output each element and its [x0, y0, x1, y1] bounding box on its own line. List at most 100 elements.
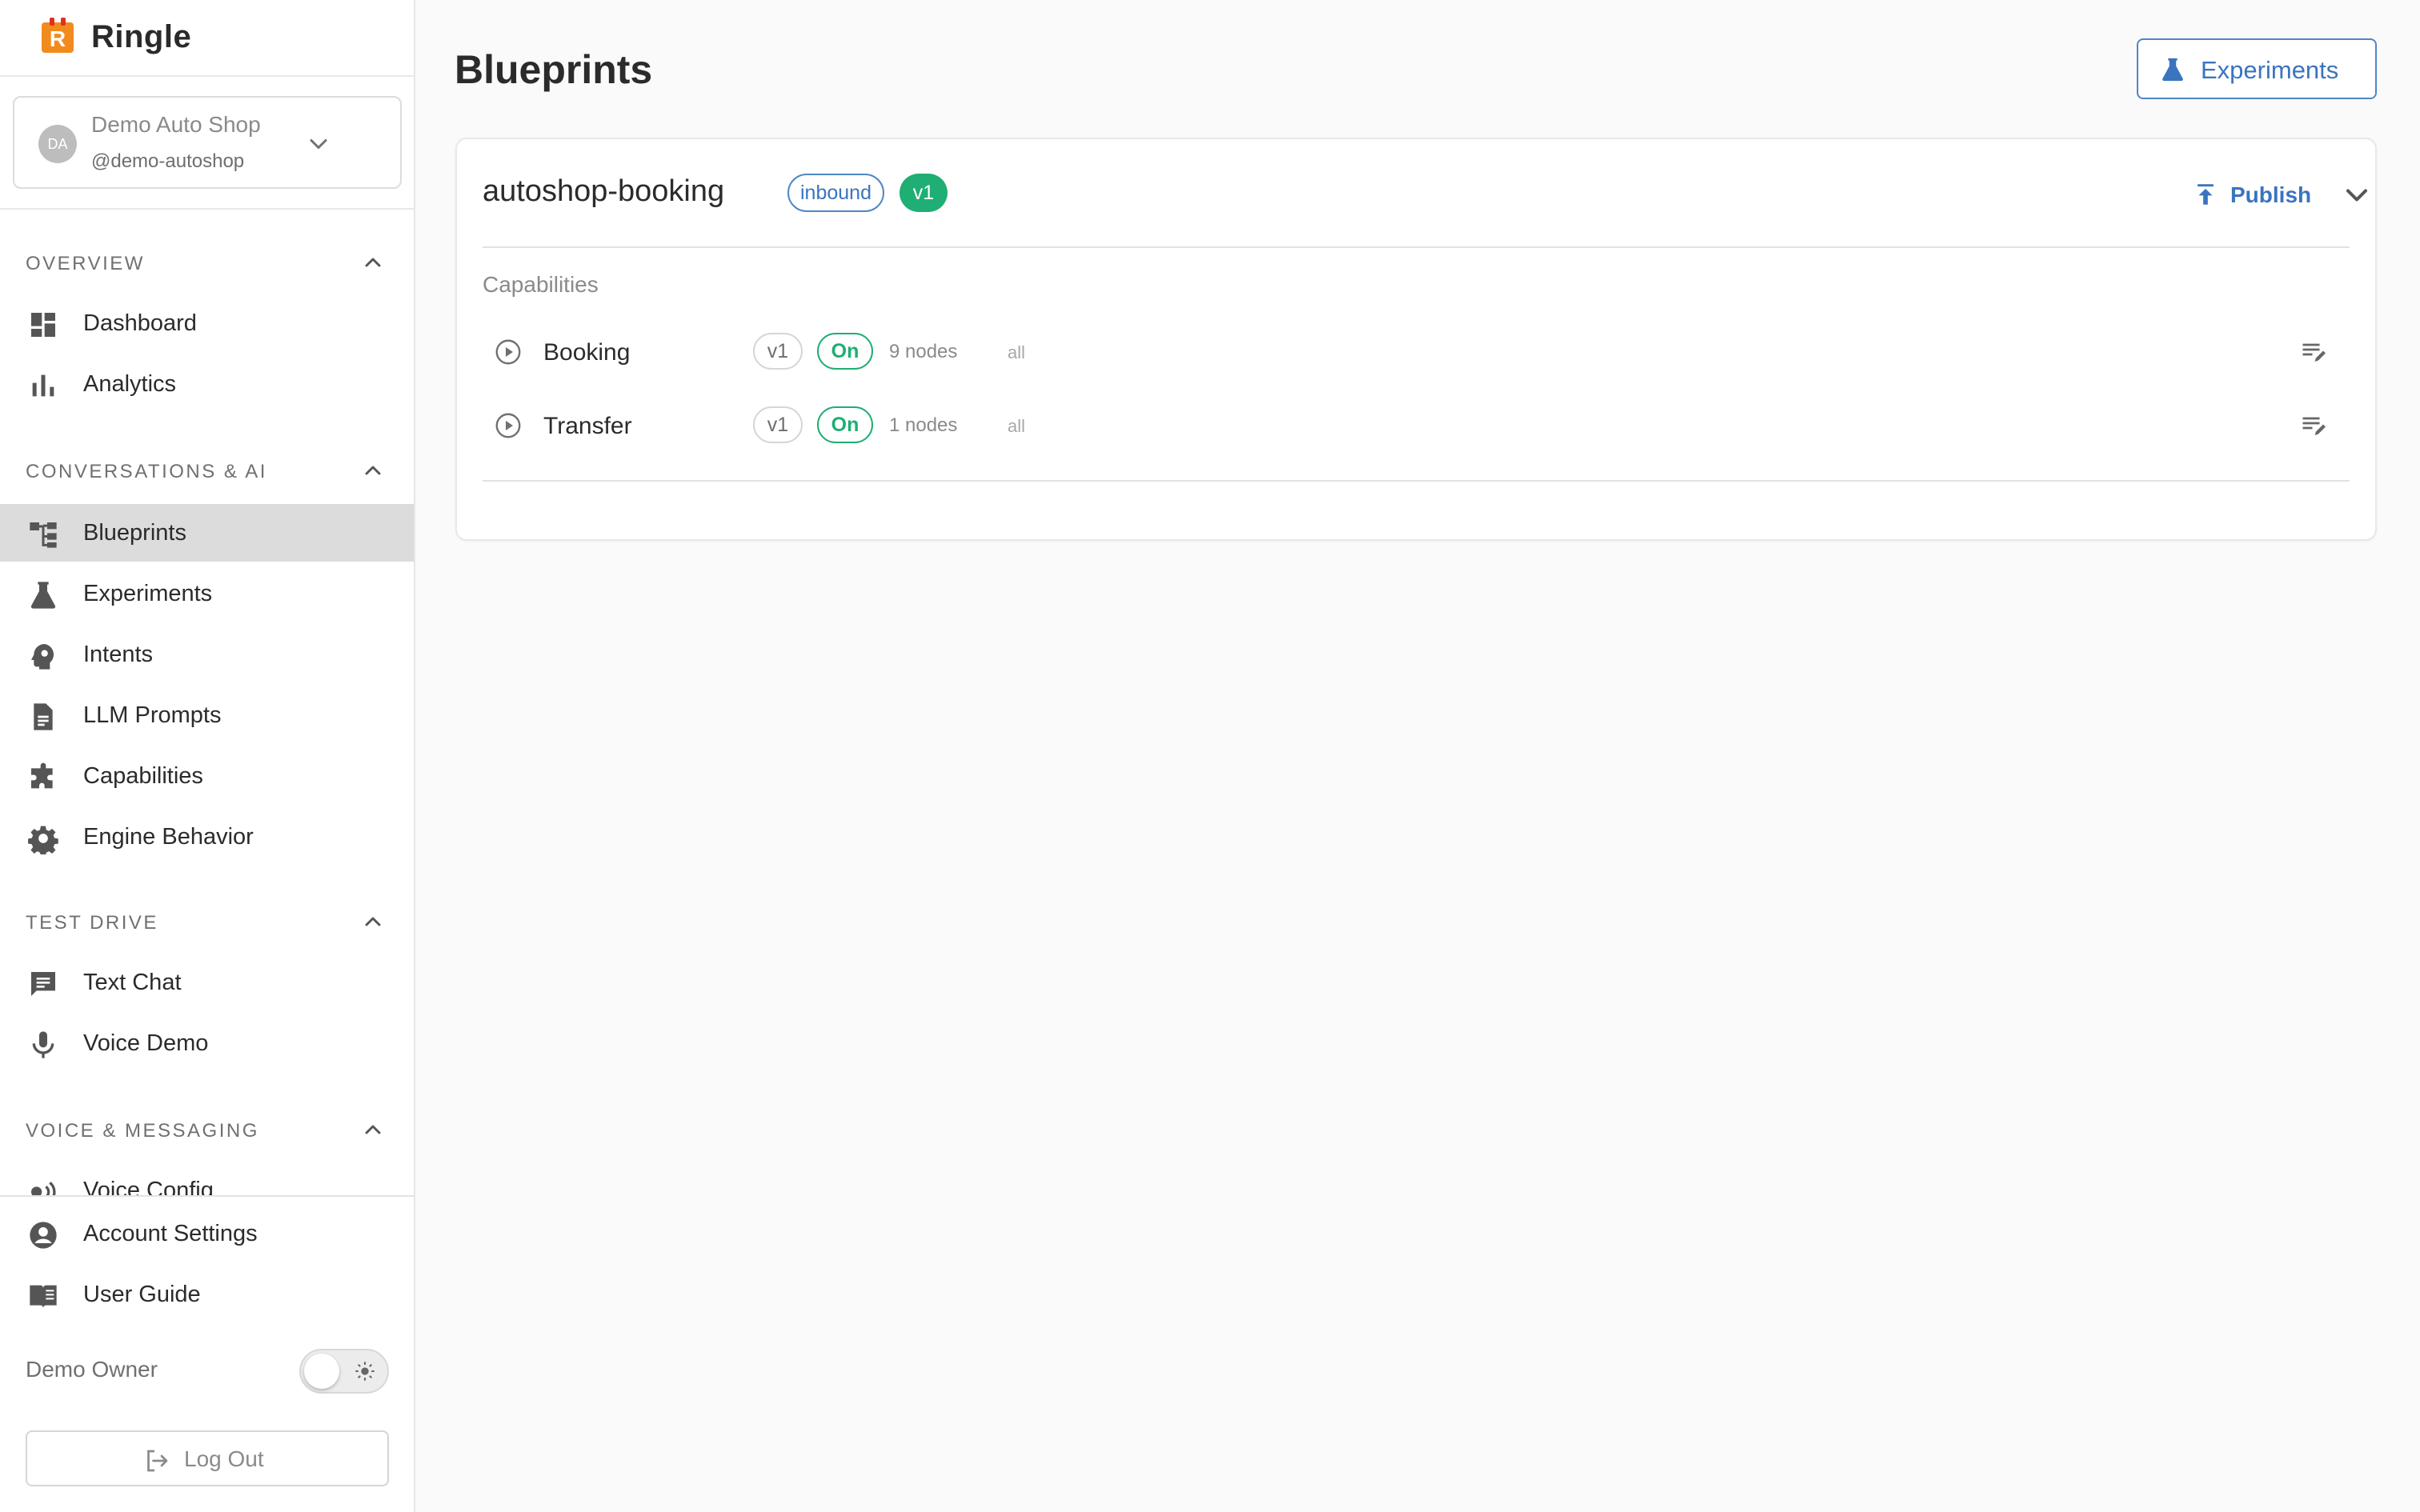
sidebar-item-label: Capabilities	[83, 763, 203, 789]
sidebar-item-label: User Guide	[83, 1282, 201, 1307]
account-circle-icon	[30, 1222, 57, 1249]
toggle-knob	[304, 1354, 339, 1389]
capability-node-count: 1 nodes	[889, 414, 958, 436]
theme-toggle[interactable]	[299, 1349, 389, 1394]
edit-notes-icon[interactable]	[2299, 411, 2328, 440]
sidebar-item-label: Intents	[83, 642, 154, 667]
capability-name: Booking	[543, 339, 631, 366]
sidebar-nav[interactable]: OVERVIEW Dashboard Analytics CONVERSATIO…	[0, 210, 414, 1195]
sidebar-item-experiments[interactable]: Experiments	[0, 565, 414, 622]
edit-notes-icon[interactable]	[2299, 338, 2328, 366]
play-circle-icon[interactable]	[494, 338, 523, 366]
capability-scope: all	[1008, 342, 1026, 362]
capability-row: Booking v1 On 9 nodes all	[483, 328, 2350, 376]
blueprint-tree-icon	[30, 522, 57, 548]
section-title: VOICE & MESSAGING	[26, 1120, 259, 1142]
version-badge: v1	[899, 174, 948, 212]
sidebar-footer: Account Settings User Guide Demo Owner L…	[0, 1195, 414, 1512]
account-handle: @demo-autoshop	[91, 150, 245, 172]
logout-button[interactable]: Log Out	[26, 1430, 389, 1486]
section-header-test-drive[interactable]: TEST DRIVE	[26, 912, 386, 944]
brand-name: Ringle	[91, 19, 192, 54]
capability-row: Transfer v1 On 1 nodes all	[483, 402, 2350, 450]
voice-waves-icon	[31, 1182, 56, 1195]
sidebar-item-capabilities[interactable]: Capabilities	[0, 747, 414, 805]
logout-label: Log Out	[184, 1446, 264, 1471]
sidebar-item-voice-config[interactable]: Voice Config	[0, 1162, 414, 1195]
sidebar-item-engine-behavior[interactable]: Engine Behavior	[0, 808, 414, 866]
chevron-down-icon[interactable]	[2339, 178, 2374, 213]
main-content: Blueprints Experiments autoshop-booking …	[415, 0, 2420, 1512]
puzzle-icon	[31, 762, 53, 789]
sidebar-item-voice-demo[interactable]: Voice Demo	[0, 1014, 414, 1072]
chevron-up-icon	[365, 258, 381, 267]
section-header-conversations-ai[interactable]: CONVERSATIONS & AI	[26, 461, 386, 493]
sun-icon	[355, 1362, 375, 1381]
sidebar-item-intents[interactable]: Intents	[0, 626, 414, 683]
publish-button[interactable]: Publish	[2192, 178, 2312, 213]
card-divider	[483, 480, 2350, 482]
document-icon	[34, 703, 53, 730]
direction-tag: inbound	[787, 174, 884, 212]
sidebar-item-label: Voice Config	[83, 1178, 214, 1195]
sidebar-item-label: Engine Behavior	[83, 824, 254, 850]
capability-node-count: 9 nodes	[889, 341, 958, 362]
gear-icon	[28, 826, 58, 854]
capability-status-chip[interactable]: On	[817, 333, 873, 370]
sidebar: R Ringle DA Demo Auto Shop @demo-autosho…	[0, 0, 415, 1512]
blueprint-name: autoshop-booking	[483, 174, 725, 208]
svg-text:R: R	[50, 26, 66, 51]
page-title: Blueprints	[455, 47, 653, 92]
logout-icon	[147, 1450, 168, 1472]
sidebar-item-label: Experiments	[83, 581, 213, 606]
capability-scope: all	[1008, 416, 1026, 436]
section-title: CONVERSATIONS & AI	[26, 461, 267, 482]
bar-chart-icon	[32, 374, 54, 397]
capability-version-chip: v1	[753, 406, 803, 443]
chevron-up-icon	[365, 917, 381, 926]
account-name: Demo Auto Shop	[91, 112, 261, 137]
sidebar-item-label: Analytics	[83, 371, 177, 397]
experiments-button-label: Experiments	[2201, 56, 2339, 84]
sidebar-item-text-chat[interactable]: Text Chat	[0, 954, 414, 1011]
section-header-voice-messaging[interactable]: VOICE & MESSAGING	[26, 1120, 386, 1152]
sidebar-item-blueprints[interactable]: Blueprints	[0, 504, 414, 562]
chevron-up-icon	[365, 1125, 381, 1134]
sidebar-item-account-settings[interactable]: Account Settings	[0, 1205, 414, 1262]
publish-icon	[2198, 184, 2214, 205]
sidebar-item-label: Text Chat	[83, 970, 182, 995]
sidebar-item-user-guide[interactable]: User Guide	[0, 1266, 414, 1323]
book-icon	[30, 1285, 57, 1308]
blueprint-card: autoshop-booking inbound v1 Publish Capa…	[455, 138, 2377, 541]
sidebar-item-llm-prompts[interactable]: LLM Prompts	[0, 686, 414, 744]
sidebar-item-analytics[interactable]: Analytics	[0, 355, 414, 413]
sidebar-item-label: Blueprints	[83, 520, 186, 546]
microphone-icon	[32, 1031, 54, 1058]
ringle-logo-icon: R	[42, 18, 74, 53]
capability-version-chip: v1	[753, 333, 803, 370]
capability-status-chip[interactable]: On	[817, 406, 873, 443]
chevron-up-icon	[365, 466, 381, 475]
experiments-button[interactable]: Experiments	[2137, 38, 2377, 99]
card-divider	[483, 246, 2350, 248]
section-header-overview[interactable]: OVERVIEW	[26, 253, 386, 285]
dashboard-icon	[31, 313, 55, 337]
section-title: TEST DRIVE	[26, 912, 158, 934]
chevron-down-icon	[310, 139, 327, 149]
flask-icon	[2162, 58, 2183, 82]
sidebar-item-label: Dashboard	[83, 310, 197, 336]
sidebar-item-label: Account Settings	[83, 1221, 258, 1246]
sidebar-item-dashboard[interactable]: Dashboard	[0, 294, 414, 352]
flask-icon	[30, 582, 56, 609]
chat-icon	[31, 972, 55, 996]
account-switcher[interactable]: DA Demo Auto Shop @demo-autoshop	[13, 96, 402, 189]
play-circle-icon[interactable]	[494, 411, 523, 440]
avatar: DA	[38, 125, 77, 163]
sidebar-item-label: Voice Demo	[83, 1030, 209, 1056]
capabilities-heading: Capabilities	[483, 272, 599, 297]
capability-name: Transfer	[543, 413, 632, 439]
brain-head-icon	[31, 644, 54, 670]
app-root: R Ringle DA Demo Auto Shop @demo-autosho…	[0, 0, 2420, 1512]
sidebar-item-label: LLM Prompts	[83, 702, 222, 728]
publish-label: Publish	[2230, 182, 2312, 207]
